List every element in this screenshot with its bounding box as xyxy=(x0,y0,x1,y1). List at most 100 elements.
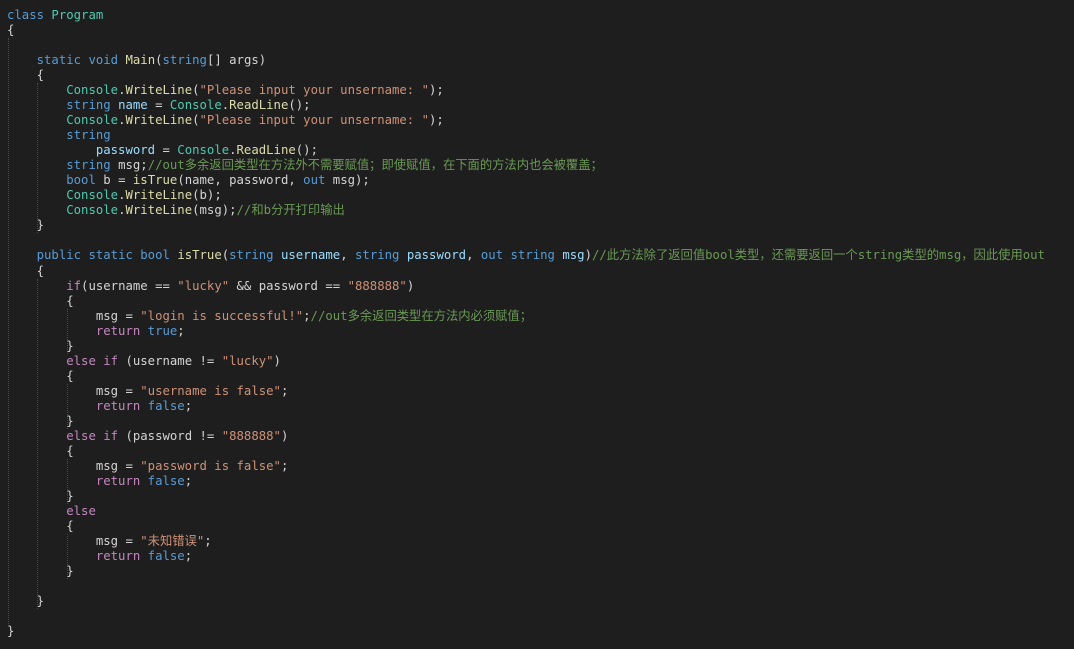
code-line[interactable]: { xyxy=(7,293,74,309)
code-token: //out多余返回类型在方法外不需要赋值；即使赋值，在下面的方法内也会被覆盖； xyxy=(147,158,603,173)
code-line[interactable]: class Program xyxy=(7,8,103,23)
code-line[interactable]: msg = "username is false"; xyxy=(7,383,289,399)
code-line[interactable]: { xyxy=(7,444,73,459)
code-token: { xyxy=(7,68,45,83)
code-line[interactable]: } xyxy=(7,218,44,233)
code-token: ( xyxy=(155,53,163,68)
code-token: string xyxy=(229,248,281,263)
code-token: password xyxy=(406,248,467,263)
code-token: Console xyxy=(66,203,119,218)
code-token: string xyxy=(66,158,119,173)
code-line[interactable]: msg = "password is false"; xyxy=(7,458,289,474)
code-line[interactable]: } xyxy=(7,413,74,429)
code-token: Console xyxy=(66,113,119,128)
code-line[interactable]: msg = "未知错误"; xyxy=(7,534,212,549)
code-token: ); xyxy=(429,113,444,128)
code-token: isTrue xyxy=(177,248,222,263)
code-token: { xyxy=(7,293,74,308)
code-token: msg = xyxy=(7,458,141,473)
code-token: } xyxy=(7,594,45,609)
code-line[interactable]: { xyxy=(7,23,14,38)
code-line[interactable]: Console.WriteLine("Please input your uns… xyxy=(7,113,444,128)
code-token: msg = xyxy=(7,383,141,398)
code-line[interactable]: Console.WriteLine(b); xyxy=(7,188,222,203)
code-token: "888888" xyxy=(221,428,281,443)
code-token: "lucky" xyxy=(221,353,274,368)
code-token: Console xyxy=(177,143,230,158)
code-token: && password == xyxy=(229,278,348,293)
code-line[interactable]: return false; xyxy=(7,474,192,489)
code-line[interactable]: { xyxy=(7,264,44,279)
code-line[interactable]: public static bool isTrue(string usernam… xyxy=(7,248,1045,263)
code-line[interactable]: return false; xyxy=(7,549,192,564)
code-line[interactable]: } xyxy=(7,624,14,639)
code-line[interactable]: string xyxy=(7,128,110,143)
code-line[interactable]: string msg;//out多余返回类型在方法外不需要赋值；即使赋值，在下面… xyxy=(7,158,603,173)
code-token: } xyxy=(7,624,15,639)
code-line[interactable]: else if (password != "888888") xyxy=(7,429,288,444)
code-line[interactable]: else if (username != "lucky") xyxy=(7,354,281,369)
code-line[interactable]: Console.WriteLine(msg);//和b分开打印输出 xyxy=(7,203,345,218)
code-token: msg = xyxy=(7,308,141,323)
code-token: { xyxy=(7,519,74,534)
code-line[interactable]: msg = "login is successful!";//out多余返回类型… xyxy=(7,309,532,324)
code-token: (msg); xyxy=(192,203,237,218)
code-token: } xyxy=(7,413,74,428)
code-token: //out多余返回类型在方法内必须赋值； xyxy=(310,308,533,323)
code-token: (name, password, xyxy=(177,173,304,188)
code-token: isTrue xyxy=(132,173,178,188)
code-line[interactable]: string name = Console.ReadLine(); xyxy=(7,98,310,113)
code-token: ; xyxy=(184,549,193,564)
code-editor[interactable]: class Program{ static void Main(string[]… xyxy=(0,0,1074,649)
code-token: false xyxy=(147,473,185,488)
code-token: true xyxy=(147,323,178,338)
code-line[interactable]: { xyxy=(7,369,73,384)
code-line[interactable]: else xyxy=(7,504,96,519)
code-line[interactable]: { xyxy=(7,68,44,83)
code-token: ReadLine xyxy=(236,143,296,158)
code-token: Console xyxy=(66,188,119,203)
code-token: b = xyxy=(103,173,133,188)
code-token: "login is successful!" xyxy=(140,308,304,323)
code-token: //和b分开打印输出 xyxy=(236,203,345,218)
code-token: ; xyxy=(280,383,289,398)
code-token: (username == xyxy=(81,278,178,293)
code-token: ; xyxy=(177,323,185,338)
code-token: out xyxy=(480,248,511,263)
code-token: public xyxy=(36,248,89,263)
code-token: out xyxy=(303,173,333,188)
code-line[interactable]: bool b = isTrue(name, password, out msg)… xyxy=(7,173,370,188)
code-line[interactable]: password = Console.ReadLine(); xyxy=(7,143,318,158)
code-token: "password is false" xyxy=(140,458,281,473)
code-line[interactable]: return true; xyxy=(7,324,185,339)
code-line[interactable]: if(username == "lucky" && password == "8… xyxy=(7,279,414,294)
code-token: WriteLine xyxy=(125,203,193,218)
code-token: password xyxy=(95,143,156,158)
code-line[interactable]: } xyxy=(7,338,74,354)
code-line[interactable]: return false; xyxy=(7,399,192,414)
code-token: ) xyxy=(584,248,592,263)
code-line[interactable]: } xyxy=(7,564,73,579)
code-line[interactable]: { xyxy=(7,519,74,534)
code-token: WriteLine xyxy=(125,113,193,128)
code-token: . xyxy=(229,143,237,158)
code-line[interactable]: static void Main(string[] args) xyxy=(7,53,267,68)
code-token: } xyxy=(7,338,74,353)
code-line[interactable]: } xyxy=(7,489,73,504)
code-token: msg; xyxy=(118,158,148,173)
code-line[interactable]: } xyxy=(7,594,44,609)
code-token: string xyxy=(355,248,407,263)
code-line[interactable]: Console.WriteLine("Please input your uns… xyxy=(7,83,444,98)
code-token: return xyxy=(95,398,148,413)
